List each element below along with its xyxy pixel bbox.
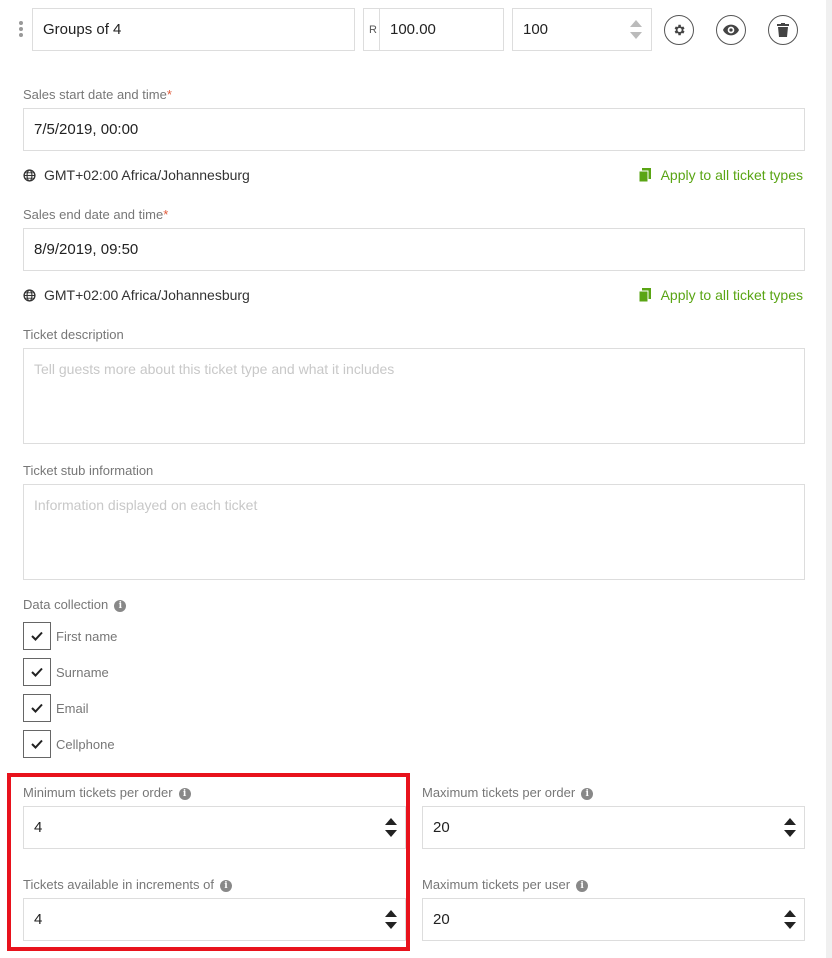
max-per-order-value: 20 xyxy=(433,819,450,836)
increments-value: 4 xyxy=(34,911,43,928)
sales-start-label: Sales start date and time* xyxy=(23,87,172,102)
increment-icon[interactable] xyxy=(784,910,796,917)
sales-end-timezone[interactable]: GMT+02:00 Africa/Johannesburg xyxy=(23,287,250,303)
increment-icon[interactable] xyxy=(385,910,397,917)
check-icon xyxy=(31,631,43,641)
info-icon[interactable]: i xyxy=(576,879,589,892)
checkbox-label: Cellphone xyxy=(56,736,115,752)
checkbox-label: Email xyxy=(56,700,89,716)
max-per-user-label-text: Maximum tickets per user xyxy=(422,877,571,892)
min-per-order-label-text: Minimum tickets per order xyxy=(23,785,173,800)
currency-symbol: R xyxy=(369,23,377,36)
max-per-user-stepper[interactable]: 20 xyxy=(422,898,805,941)
ticket-description-label: Ticket description xyxy=(23,327,124,342)
decrement-icon[interactable] xyxy=(630,32,642,39)
increment-icon[interactable] xyxy=(784,818,796,825)
currency-prefix: R xyxy=(363,8,380,51)
ticket-name-value: Groups of 4 xyxy=(43,21,122,38)
max-per-user-value: 20 xyxy=(433,911,450,928)
quantity-stepper[interactable]: 100 xyxy=(512,8,652,51)
globe-icon xyxy=(23,288,36,302)
price-input[interactable]: 100.00 xyxy=(379,8,504,51)
decrement-icon[interactable] xyxy=(385,922,397,929)
required-mark: * xyxy=(163,207,169,222)
increment-icon[interactable] xyxy=(385,818,397,825)
delete-button[interactable] xyxy=(768,15,798,45)
max-per-order-label: Maximum tickets per order i xyxy=(422,785,594,800)
increments-stepper[interactable]: 4 xyxy=(23,898,406,941)
decrement-icon[interactable] xyxy=(385,830,397,837)
ticket-description-textarea[interactable]: Tell guests more about this ticket type … xyxy=(23,348,805,444)
timezone-text: GMT+02:00 Africa/Johannesburg xyxy=(44,167,250,183)
copy-icon xyxy=(638,288,651,302)
checkbox[interactable] xyxy=(23,694,51,722)
increments-label: Tickets available in increments of i xyxy=(23,877,232,892)
sales-end-value: 8/9/2019, 09:50 xyxy=(34,241,139,258)
eye-icon xyxy=(723,24,739,36)
sales-start-label-text: Sales start date and time xyxy=(23,87,167,102)
gear-icon xyxy=(674,24,685,36)
max-per-order-label-text: Maximum tickets per order xyxy=(422,785,576,800)
sales-end-label: Sales end date and time* xyxy=(23,207,168,222)
info-icon[interactable]: i xyxy=(178,787,191,800)
quantity-value: 100 xyxy=(523,21,549,38)
check-icon xyxy=(31,703,43,713)
ticket-name-input[interactable]: Groups of 4 xyxy=(32,8,355,51)
increments-label-text: Tickets available in increments of xyxy=(23,877,214,892)
apply-all-label: Apply to all ticket types xyxy=(660,167,803,183)
sales-start-timezone[interactable]: GMT+02:00 Africa/Johannesburg xyxy=(23,167,250,183)
sales-end-label-text: Sales end date and time xyxy=(23,207,164,222)
info-icon[interactable]: i xyxy=(114,599,127,612)
decrement-icon[interactable] xyxy=(784,830,796,837)
apply-all-end-button[interactable]: Apply to all ticket types xyxy=(638,287,803,303)
required-mark: * xyxy=(166,87,172,102)
checkbox[interactable] xyxy=(23,658,51,686)
checkbox-row-email[interactable]: Email xyxy=(23,694,89,722)
apply-all-start-button[interactable]: Apply to all ticket types xyxy=(638,167,803,183)
checkbox-row-cellphone[interactable]: Cellphone xyxy=(23,730,115,758)
drag-handle-icon[interactable] xyxy=(16,20,26,40)
checkbox-row-surname[interactable]: Surname xyxy=(23,658,109,686)
settings-button[interactable] xyxy=(664,15,694,45)
ticket-stub-placeholder: Information displayed on each ticket xyxy=(34,497,258,513)
globe-icon xyxy=(23,168,36,182)
scrollbar[interactable] xyxy=(826,0,832,958)
checkbox-row-first-name[interactable]: First name xyxy=(23,622,117,650)
ticket-description-placeholder: Tell guests more about this ticket type … xyxy=(34,361,395,377)
trash-icon xyxy=(777,23,789,37)
checkbox-label: Surname xyxy=(56,664,109,680)
sales-end-input[interactable]: 8/9/2019, 09:50 xyxy=(23,228,805,271)
ticket-stub-label: Ticket stub information xyxy=(23,463,154,478)
data-collection-label: Data collection i xyxy=(23,597,127,612)
checkbox-label: First name xyxy=(56,628,118,644)
min-per-order-stepper[interactable]: 4 xyxy=(23,806,406,849)
info-icon[interactable]: i xyxy=(220,879,232,892)
max-per-order-stepper[interactable]: 20 xyxy=(422,806,805,849)
sales-start-value: 7/5/2019, 00:00 xyxy=(34,121,139,138)
min-per-order-value: 4 xyxy=(34,819,43,836)
checkbox[interactable] xyxy=(23,730,51,758)
data-collection-label-text: Data collection xyxy=(23,597,109,612)
decrement-icon[interactable] xyxy=(784,922,796,929)
info-icon[interactable]: i xyxy=(581,787,594,800)
checkbox[interactable] xyxy=(23,622,51,650)
apply-all-label: Apply to all ticket types xyxy=(660,287,803,303)
max-per-user-label: Maximum tickets per user i xyxy=(422,877,589,892)
price-value: 100.00 xyxy=(390,21,436,38)
ticket-stub-textarea[interactable]: Information displayed on each ticket xyxy=(23,484,805,580)
sales-start-input[interactable]: 7/5/2019, 00:00 xyxy=(23,108,805,151)
copy-icon xyxy=(638,168,651,182)
visibility-button[interactable] xyxy=(716,15,746,45)
min-per-order-label: Minimum tickets per order i xyxy=(23,785,191,800)
check-icon xyxy=(31,667,43,677)
check-icon xyxy=(31,739,43,749)
timezone-text: GMT+02:00 Africa/Johannesburg xyxy=(44,287,250,303)
increment-icon[interactable] xyxy=(630,20,642,27)
